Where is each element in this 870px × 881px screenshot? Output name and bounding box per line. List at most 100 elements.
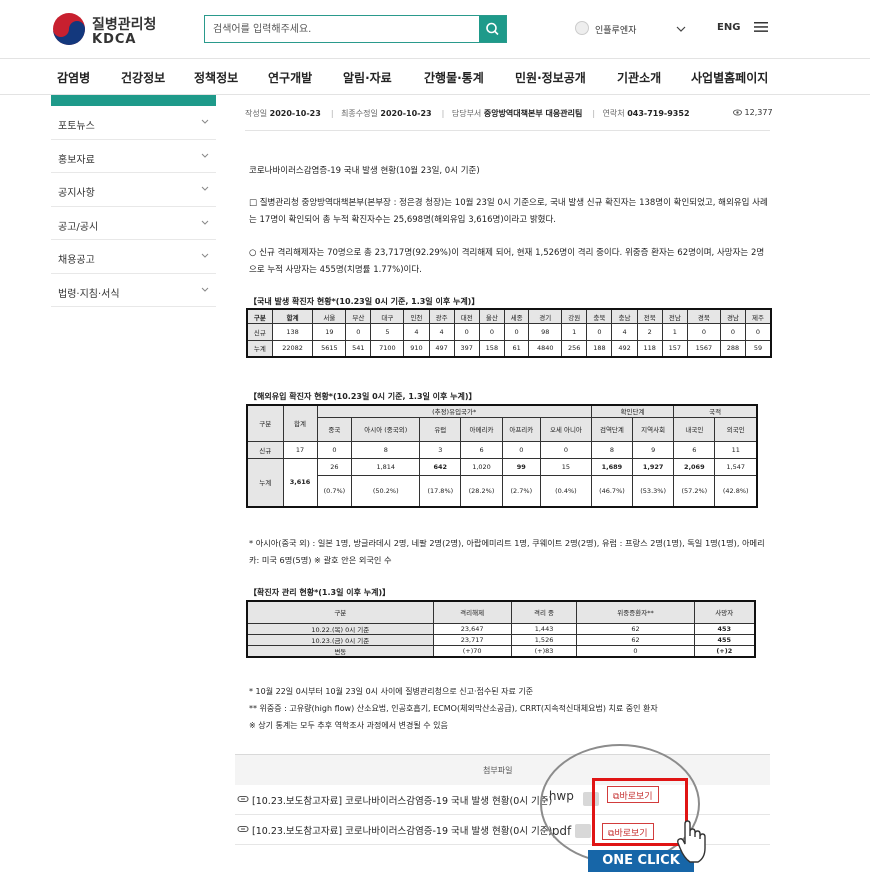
sidebar-item-label: 채용공고	[58, 255, 95, 266]
sidebar-item-photo-news[interactable]: 포토뉴스	[51, 106, 216, 140]
attachments-title: 첨부파일	[483, 766, 513, 775]
t2-new-total: 17	[282, 440, 318, 459]
t1-cell: 1567	[686, 339, 721, 358]
view-count: 12,377	[733, 108, 773, 117]
hamburger-menu-icon[interactable]	[754, 21, 768, 33]
t2-cum-cell: 1,814	[351, 457, 421, 476]
t2-new-cell: 0	[316, 440, 353, 459]
t2-pct-cell: (28.2%)	[460, 474, 503, 508]
chevron-down-icon	[201, 287, 209, 292]
t3-cell: 453	[693, 622, 756, 635]
t1-header-cell: 충남	[611, 308, 638, 325]
t1-header-cell: 대전	[453, 308, 480, 325]
search-input[interactable]	[205, 16, 480, 42]
table3-caption: 【확진자 관리 현황*(1.3일 이후 누계)】	[249, 588, 391, 597]
t3-cell: 변동	[246, 644, 434, 657]
t1-cell: 288	[719, 339, 747, 358]
gnb-item-projects[interactable]: 사업별홈페이지	[691, 69, 768, 86]
t3-cell: 10.22.(목) 0시 기준	[246, 622, 434, 635]
sidebar-item-law[interactable]: 법령·지침·서식	[51, 274, 216, 307]
gnb-item-health-info[interactable]: 건강정보	[121, 69, 165, 86]
sidebar-item-recruit[interactable]: 채용공고	[51, 240, 216, 274]
t2-cum-cell: 26	[316, 457, 353, 476]
t2-cum-cell: 99	[501, 457, 542, 476]
gnb-item-policy[interactable]: 정책정보	[194, 69, 238, 86]
chevron-down-icon	[201, 119, 209, 124]
t2-new-cell: 6	[460, 440, 503, 459]
t3-header-cell: 사망자	[693, 600, 756, 624]
gnb-item-news[interactable]: 알림·자료	[343, 69, 392, 86]
phone-label: 연락처	[602, 109, 625, 118]
t2-subheader-cell: 검역단계	[590, 416, 634, 442]
t1-cell: 4	[428, 323, 455, 341]
t3-cell: (+)2	[693, 644, 756, 657]
t1-cell: 61	[503, 339, 530, 358]
t1-cell: 492	[611, 339, 638, 358]
t1-cell: 59	[745, 339, 772, 358]
t2-new-label: 신규	[246, 440, 284, 459]
sidebar: 포토뉴스 홍보자료 공지사항 공고/공시 채용공고 법령·지침·서식	[51, 95, 216, 307]
logo-english-text: KDCA	[92, 32, 137, 47]
sidebar-item-announcement[interactable]: 공고/공시	[51, 207, 216, 240]
t1-cell: 누계	[246, 339, 273, 358]
sidebar-item-pr[interactable]: 홍보자료	[51, 140, 216, 173]
global-nav: 감염병 건강정보 정책정보 연구개발 알림·자료 간행물·통계 민원·정보공개 …	[0, 58, 870, 95]
t1-cell: 2	[636, 323, 663, 341]
gnb-item-about[interactable]: 기관소개	[617, 69, 661, 86]
modified-label: 최종수정일	[341, 109, 378, 118]
domestic-cases-table: 구분 합계 서울 부산 대구 인천 광주 대전 울산 세종 경기 강원 충북 충남 전북 전남 경북 경남 제주 신규…	[246, 308, 772, 358]
t2-pct-cell: (46.7%)	[590, 474, 634, 508]
sidebar-item-notice[interactable]: 공지사항	[51, 173, 216, 207]
search-box	[204, 15, 507, 43]
t1-cell: 4840	[528, 339, 563, 358]
attachment-clip-icon	[237, 825, 249, 833]
t2-new-cell: 8	[590, 440, 634, 459]
t1-cell: 4	[403, 323, 430, 341]
site-header: 질병관리청 KDCA 인플루엔자 ENG	[0, 0, 870, 58]
t1-cell: 138	[271, 323, 314, 341]
search-button[interactable]	[479, 16, 506, 42]
t2-subheader-cell: 중국	[316, 416, 353, 442]
t1-cell: 0	[503, 323, 530, 341]
logo-korean-text: 질병관리청	[92, 17, 157, 33]
t1-cell: 497	[428, 339, 455, 358]
t2-pct-cell: (50.2%)	[351, 474, 421, 508]
t1-cell: 5615	[312, 339, 347, 358]
gnb-item-publications[interactable]: 간행물·통계	[424, 69, 484, 86]
influenza-select[interactable]: 인플루엔자	[575, 20, 690, 38]
chevron-down-icon	[676, 26, 686, 32]
gnb-item-civil[interactable]: 민원·정보공개	[515, 69, 586, 86]
gnb-item-disease[interactable]: 감염병	[57, 69, 90, 86]
t2-cum-cell: 1,020	[460, 457, 503, 476]
t1-header-cell: 경남	[719, 308, 747, 325]
attachment-name[interactable]: [10.23.보도참고자료] 코로나바이러스감염증-19 국내 발생 현황(0시…	[252, 793, 552, 807]
t1-cell: 0	[345, 323, 372, 341]
chevron-down-icon	[201, 220, 209, 225]
t2-new-cell: 3	[419, 440, 462, 459]
t1-header-cell: 세종	[503, 308, 530, 325]
t1-cell: 0	[719, 323, 747, 341]
gnb-item-research[interactable]: 연구개발	[268, 69, 312, 86]
article-para-1: □ 질병관리청 중앙방역대책본부(본부장 : 정은경 청장)는 10월 23일 …	[249, 198, 768, 225]
view-count-value: 12,377	[744, 108, 773, 117]
attachment-name[interactable]: [10.23.보도참고자료] 코로나바이러스감염증-19 국내 발생 현황(0시…	[252, 823, 552, 837]
t1-cell: 158	[478, 339, 505, 358]
overseas-cases-table: 구분 합계 (추정)유입국가* 확인단계 국적 중국 아시아 (중국외) 유럽 아메리…	[246, 404, 758, 508]
eng-language-link[interactable]: ENG	[717, 22, 740, 33]
phone-value: 043-719-9352	[627, 109, 690, 118]
t2-cum-cell: 15	[540, 457, 592, 476]
t2-cum-cell: 1,689	[590, 457, 634, 476]
t2-new-cell: 8	[351, 440, 421, 459]
kdca-logo[interactable]: 질병관리청 KDCA	[52, 10, 162, 50]
created-label: 작성일	[245, 109, 268, 118]
t1-cell: 7100	[370, 339, 405, 358]
created-date: 2020-10-23	[269, 109, 321, 118]
sidebar-item-label: 공고/공시	[58, 221, 99, 233]
modified-date: 2020-10-23	[380, 109, 432, 118]
t2-subheader-cell: 아프리카	[501, 416, 542, 442]
t1-cell: 19	[312, 323, 347, 341]
t3-cell: 62	[576, 622, 695, 635]
t1-header-cell: 인천	[403, 308, 430, 325]
t1-cell: 5	[370, 323, 405, 341]
t2-cum-label: 누계	[246, 457, 284, 508]
